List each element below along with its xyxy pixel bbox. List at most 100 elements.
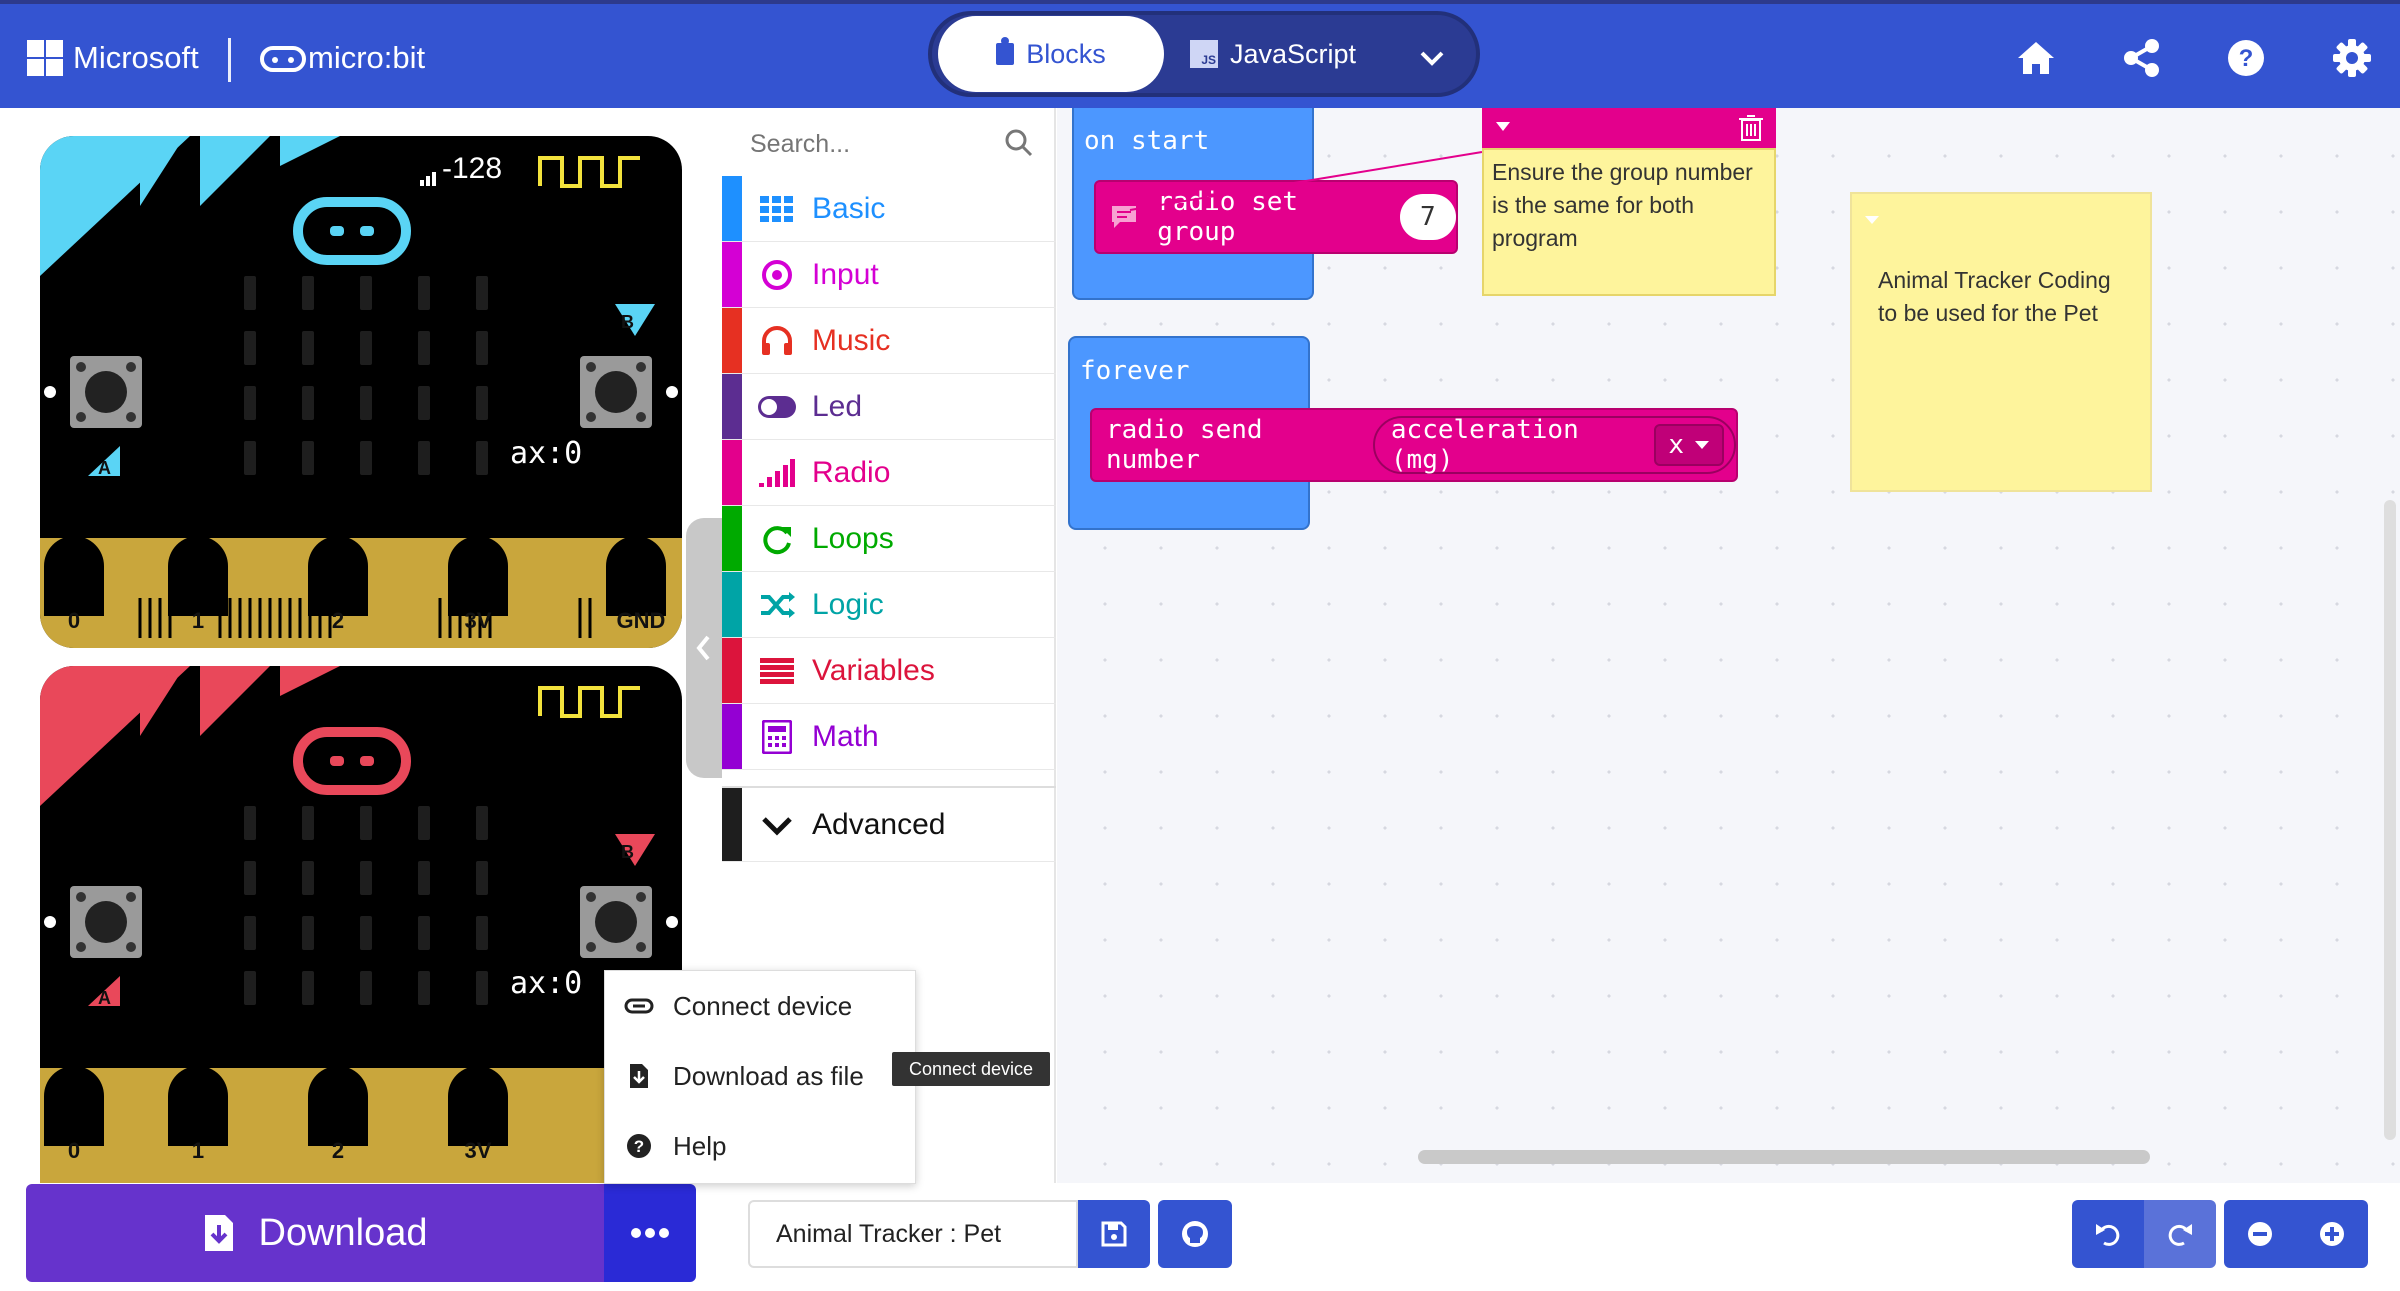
- category-music[interactable]: Music: [722, 308, 1056, 374]
- tab-blocks[interactable]: Blocks: [938, 16, 1164, 92]
- share-button[interactable]: [2116, 32, 2168, 84]
- svg-text:A: A: [98, 988, 111, 1008]
- tab-javascript[interactable]: JS JavaScript: [1190, 16, 1410, 92]
- radio-send-number-block[interactable]: radio send number acceleration (mg) x: [1090, 408, 1738, 482]
- shuffle-icon: [761, 591, 795, 618]
- microbit-simulator-1[interactable]: B A -128 ax:0 0 1 2 3V GND: [40, 136, 682, 648]
- pin-label: 2: [331, 608, 345, 633]
- pin-gnd[interactable]: [606, 536, 666, 616]
- edge-dot: [44, 916, 56, 928]
- comment-note-1[interactable]: Ensure the group number is the same for …: [1482, 148, 1776, 296]
- caret-down-icon: [1695, 441, 1709, 449]
- category-advanced[interactable]: Advanced: [722, 786, 1056, 862]
- microbit-logo-icon: [260, 46, 306, 72]
- forever-label: forever: [1080, 356, 1190, 386]
- svg-text:B: B: [621, 312, 634, 332]
- collapse-simulator-button[interactable]: [686, 518, 722, 778]
- pin-0[interactable]: [44, 536, 104, 616]
- pin-2[interactable]: [308, 1066, 368, 1146]
- button-b[interactable]: [580, 886, 652, 958]
- category-math[interactable]: Math: [722, 704, 1056, 770]
- acceleration-block[interactable]: acceleration (mg) x: [1372, 415, 1736, 475]
- category-label: Variables: [812, 653, 935, 687]
- menu-item-connect-device[interactable]: Connect device: [605, 971, 917, 1041]
- zoom-out-button[interactable]: [2224, 1200, 2296, 1268]
- category-label: Loops: [812, 521, 894, 555]
- puzzle-icon: [996, 37, 1015, 65]
- toggle-icon: [758, 395, 796, 418]
- category-label: Advanced: [812, 807, 946, 841]
- comment-text: Animal Tracker Coding to be used for the…: [1878, 267, 2111, 326]
- zoom-in-button[interactable]: [2296, 1200, 2368, 1268]
- github-button[interactable]: [1158, 1200, 1232, 1268]
- pin-2[interactable]: [308, 536, 368, 616]
- zoom-out-icon: [2248, 1222, 2272, 1246]
- download-icon: [204, 1215, 233, 1251]
- undo-button[interactable]: [2072, 1200, 2144, 1268]
- home-button[interactable]: [2010, 32, 2062, 84]
- search-button[interactable]: [1004, 128, 1034, 163]
- category-label: Logic: [812, 587, 884, 621]
- redo-button[interactable]: [2144, 1200, 2216, 1268]
- menu-item-download-as-file[interactable]: Download as file: [605, 1041, 917, 1111]
- tab-blocks-label: Blocks: [1026, 38, 1106, 69]
- editor-dropdown-button[interactable]: [1412, 38, 1452, 78]
- comment-note-2[interactable]: Animal Tracker Coding to be used for the…: [1850, 192, 2152, 492]
- headphones-icon: [762, 325, 792, 355]
- settings-button[interactable]: [2326, 32, 2378, 84]
- caret-down-icon[interactable]: [1494, 120, 1512, 134]
- pin-label: 2: [331, 1138, 345, 1163]
- ellipsis-icon: [629, 1228, 671, 1238]
- axis-dropdown[interactable]: x: [1654, 424, 1724, 466]
- tooltip: Connect device: [892, 1052, 1050, 1086]
- radio-send-number-label: radio send number: [1106, 415, 1263, 475]
- trash-icon[interactable]: [1736, 112, 1766, 142]
- category-led[interactable]: Led: [722, 374, 1056, 440]
- pin-0[interactable]: [44, 1066, 104, 1146]
- category-radio[interactable]: Radio: [722, 440, 1056, 506]
- category-variables[interactable]: Variables: [722, 638, 1056, 704]
- button-a[interactable]: [70, 356, 142, 428]
- button-a[interactable]: [70, 886, 142, 958]
- category-basic[interactable]: Basic: [722, 176, 1056, 242]
- pin-label: 1: [191, 608, 205, 633]
- github-icon: [1182, 1221, 1208, 1247]
- download-file-icon: [630, 1064, 648, 1088]
- project-name-input[interactable]: [748, 1200, 1078, 1268]
- zoom-in-icon: [2320, 1222, 2344, 1246]
- pin-label: 3V: [464, 1138, 492, 1163]
- category-input[interactable]: Input: [722, 242, 1056, 308]
- pin-3v[interactable]: [448, 536, 508, 616]
- button-b[interactable]: [580, 356, 652, 428]
- svg-text:?: ?: [634, 1137, 644, 1156]
- chevron-down-icon: [1420, 51, 1444, 66]
- pin-1[interactable]: [168, 1066, 228, 1146]
- category-logic[interactable]: Logic: [722, 572, 1056, 638]
- microbit-brand[interactable]: micro:bit: [308, 40, 425, 76]
- horizontal-scrollbar[interactable]: [1418, 1150, 2150, 1164]
- vertical-scrollbar[interactable]: [2384, 500, 2396, 1140]
- accel-readout: ax:0: [510, 966, 583, 1001]
- signal-strength-readout: -128: [442, 152, 503, 185]
- edge-dot: [666, 386, 678, 398]
- pin-1[interactable]: [168, 536, 228, 616]
- help-button[interactable]: ?: [2220, 32, 2272, 84]
- menu-item-label: Connect device: [673, 990, 853, 1021]
- menu-item-help[interactable]: ? Help: [605, 1111, 917, 1181]
- svg-text:B: B: [621, 842, 634, 862]
- category-label: Input: [812, 257, 879, 291]
- share-icon: [2124, 39, 2159, 77]
- tab-javascript-label: JavaScript: [1230, 38, 1357, 69]
- caret-down-icon[interactable]: [1864, 214, 1880, 226]
- more-options-button[interactable]: [604, 1184, 696, 1282]
- download-button[interactable]: Download: [26, 1184, 604, 1282]
- brand-divider: [228, 38, 231, 82]
- microsoft-brand[interactable]: Microsoft: [73, 40, 199, 76]
- microbit-simulator-2[interactable]: B A ax:0 0 1 2 3V: [40, 666, 682, 1183]
- download-menu: Connect device Download as file ? Help: [604, 970, 916, 1184]
- gear-icon: [2333, 39, 2371, 77]
- save-button[interactable]: [1078, 1200, 1150, 1268]
- pin-3v[interactable]: [448, 1066, 508, 1146]
- signal-bars-icon: [759, 458, 795, 487]
- category-loops[interactable]: Loops: [722, 506, 1056, 572]
